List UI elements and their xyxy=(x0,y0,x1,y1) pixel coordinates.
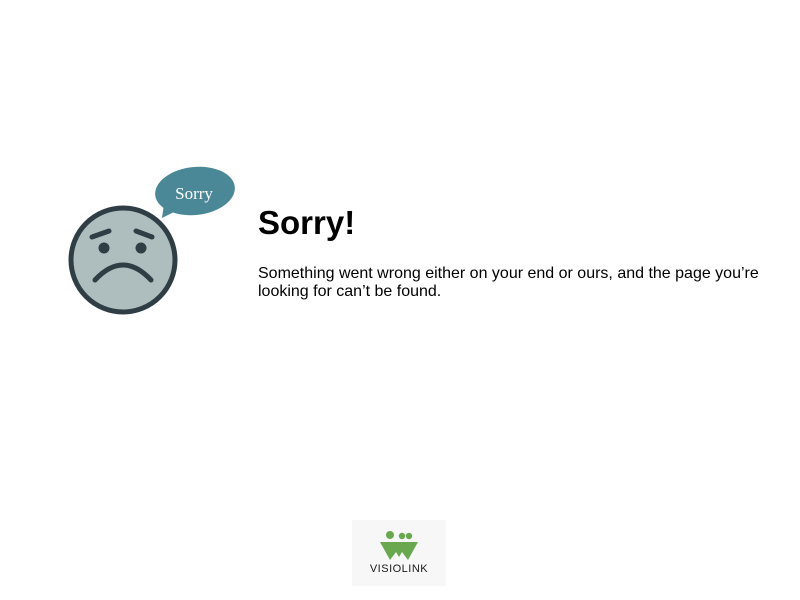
error-message: Sorry! Something went wrong either on yo… xyxy=(258,203,768,301)
brand-name: VISIOLINK xyxy=(369,563,429,575)
bubble-text: Sorry xyxy=(175,184,213,203)
visiolink-logo: VISIOLINK xyxy=(352,520,446,586)
error-description: Something went wrong either on your end … xyxy=(258,265,759,300)
sad-face-icon: Sorry xyxy=(68,166,235,315)
sad-face-illustration: Sorry xyxy=(66,162,242,318)
visiolink-logo-icon xyxy=(380,531,418,560)
error-page: Sorry Sorry! Something went wrong either… xyxy=(0,0,800,600)
page-title: Sorry! xyxy=(258,204,356,241)
speech-bubble: Sorry xyxy=(155,166,235,218)
face xyxy=(68,205,178,315)
